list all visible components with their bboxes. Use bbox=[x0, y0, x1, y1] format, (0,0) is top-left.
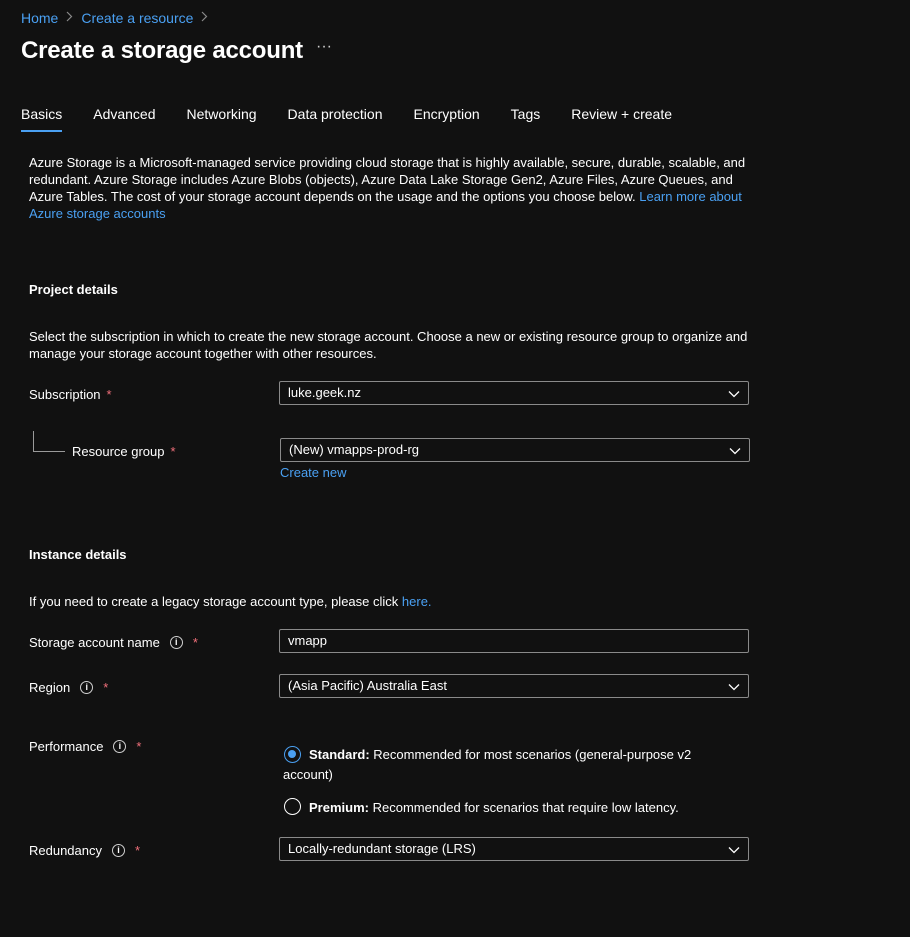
resource-group-label-text: Resource group bbox=[72, 444, 165, 459]
chevron-down-icon bbox=[728, 842, 740, 857]
project-desc-line-1: Select the subscription in which to crea… bbox=[29, 329, 748, 344]
chevron-down-icon bbox=[728, 386, 740, 401]
storage-account-name-label: Storage account name i * bbox=[29, 635, 198, 650]
breadcrumb-create-resource[interactable]: Create a resource bbox=[81, 10, 193, 26]
project-desc-line-2: manage your storage account together wit… bbox=[29, 346, 377, 361]
intro-line-2: redundant. Azure Storage includes Azure … bbox=[29, 172, 733, 187]
info-icon[interactable]: i bbox=[80, 681, 94, 694]
tab-bar: Basics Advanced Networking Data protecti… bbox=[21, 106, 703, 132]
chevron-right-icon bbox=[201, 11, 208, 25]
tab-advanced[interactable]: Advanced bbox=[93, 106, 155, 132]
info-icon[interactable]: i bbox=[113, 740, 127, 753]
required-marker: * bbox=[192, 635, 198, 650]
instance-details-heading: Instance details bbox=[29, 547, 127, 562]
required-marker: * bbox=[136, 739, 142, 754]
legacy-here-link[interactable]: here. bbox=[402, 594, 432, 609]
premium-title: Premium: bbox=[309, 800, 369, 815]
subscription-dropdown[interactable]: luke.geek.nz bbox=[279, 381, 749, 405]
more-options-icon[interactable]: ··· bbox=[316, 38, 332, 56]
create-new-link[interactable]: Create new bbox=[280, 465, 346, 480]
required-marker: * bbox=[106, 387, 112, 402]
chevron-down-icon bbox=[728, 679, 740, 694]
subscription-label: Subscription * bbox=[29, 387, 112, 402]
redundancy-label-text: Redundancy bbox=[29, 843, 102, 858]
project-details-heading: Project details bbox=[29, 282, 118, 297]
resource-group-label: Resource group * bbox=[72, 444, 176, 459]
required-marker: * bbox=[170, 444, 176, 459]
region-label: Region i * bbox=[29, 680, 108, 695]
redundancy-label: Redundancy i * bbox=[29, 843, 140, 858]
subscription-label-text: Subscription bbox=[29, 387, 101, 402]
resource-group-dropdown[interactable]: (New) vmapps-prod-rg bbox=[280, 438, 750, 462]
required-marker: * bbox=[103, 680, 109, 695]
tab-basics[interactable]: Basics bbox=[21, 106, 63, 132]
tab-data-protection[interactable]: Data protection bbox=[288, 106, 383, 132]
learn-more-link-continued[interactable]: Azure storage accounts bbox=[29, 206, 166, 221]
required-marker: * bbox=[135, 843, 141, 858]
region-value: (Asia Pacific) Australia East bbox=[288, 678, 447, 693]
performance-label-text: Performance bbox=[29, 739, 104, 754]
breadcrumb: Home Create a resource bbox=[21, 10, 216, 26]
learn-more-link[interactable]: Learn more about bbox=[639, 189, 742, 204]
page-title: Create a storage account bbox=[21, 37, 303, 64]
premium-description: Recommended for scenarios that require l… bbox=[372, 800, 679, 815]
legacy-text-body: If you need to create a legacy storage a… bbox=[29, 594, 399, 609]
info-icon[interactable]: i bbox=[169, 636, 183, 649]
tab-networking[interactable]: Networking bbox=[187, 106, 257, 132]
standard-description-continued: account) bbox=[283, 767, 333, 782]
performance-premium-option: Premium: Recommended for scenarios that … bbox=[309, 799, 679, 816]
redundancy-value: Locally-redundant storage (LRS) bbox=[288, 841, 476, 856]
legacy-text: If you need to create a legacy storage a… bbox=[29, 593, 432, 610]
tab-encryption[interactable]: Encryption bbox=[414, 106, 480, 132]
intro-line-3: Azure Tables. The cost of your storage a… bbox=[29, 188, 789, 205]
performance-label: Performance i * bbox=[29, 739, 141, 754]
chevron-down-icon bbox=[729, 443, 741, 458]
standard-title: Standard: bbox=[309, 747, 370, 762]
standard-description: Recommended for most scenarios (general-… bbox=[373, 747, 692, 762]
tree-connector bbox=[33, 431, 65, 452]
region-label-text: Region bbox=[29, 680, 71, 695]
performance-premium-radio[interactable] bbox=[284, 798, 301, 815]
performance-standard-option: Standard: Recommended for most scenarios… bbox=[283, 746, 723, 783]
subscription-value: luke.geek.nz bbox=[288, 385, 361, 400]
chevron-right-icon bbox=[66, 11, 73, 25]
region-dropdown[interactable]: (Asia Pacific) Australia East bbox=[279, 674, 749, 698]
storage-account-name-label-text: Storage account name bbox=[29, 635, 160, 650]
storage-account-name-value: vmapp bbox=[288, 633, 328, 648]
redundancy-dropdown[interactable]: Locally-redundant storage (LRS) bbox=[279, 837, 749, 861]
storage-account-name-input[interactable]: vmapp bbox=[279, 629, 749, 653]
breadcrumb-home[interactable]: Home bbox=[21, 10, 58, 26]
intro-line-3-text: Azure Tables. The cost of your storage a… bbox=[29, 189, 636, 204]
project-details-description: Select the subscription in which to crea… bbox=[29, 328, 789, 362]
intro-text: Azure Storage is a Microsoft-managed ser… bbox=[29, 154, 789, 222]
tab-tags[interactable]: Tags bbox=[511, 106, 541, 132]
info-icon[interactable]: i bbox=[112, 844, 125, 857]
intro-line-1: Azure Storage is a Microsoft-managed ser… bbox=[29, 155, 746, 170]
resource-group-value: (New) vmapps-prod-rg bbox=[289, 442, 420, 457]
tab-review-create[interactable]: Review + create bbox=[571, 106, 672, 132]
